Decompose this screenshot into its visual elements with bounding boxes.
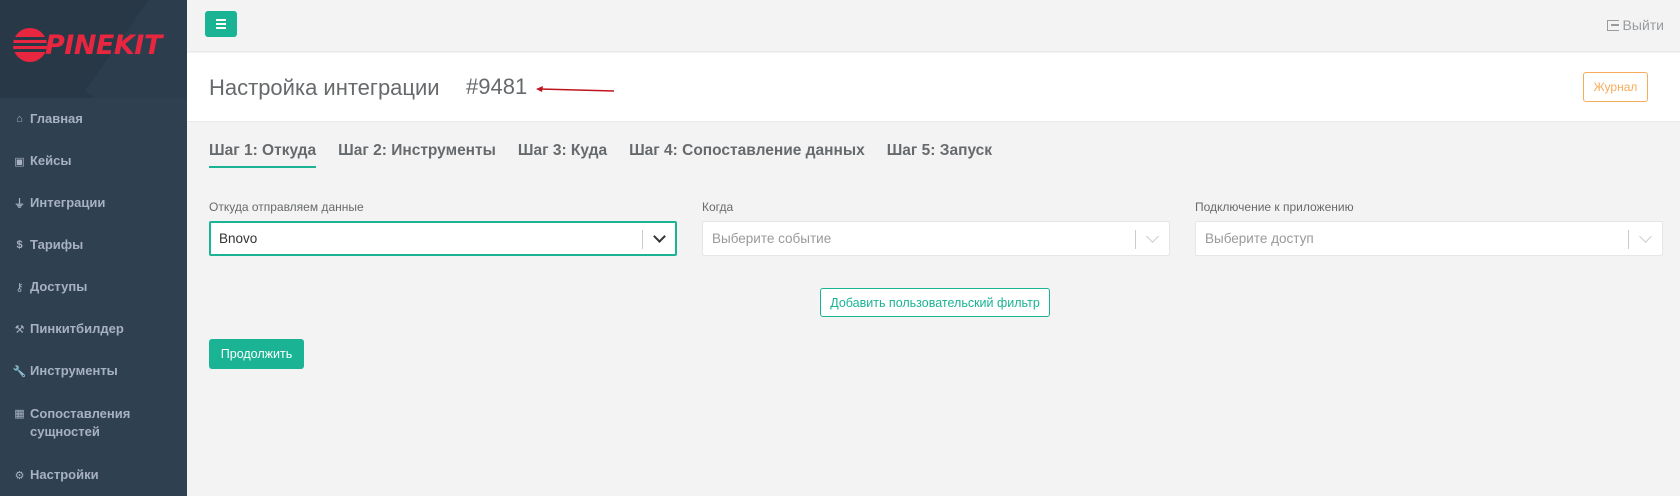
hamburger-icon bbox=[216, 19, 226, 21]
sign-out-icon bbox=[1606, 19, 1619, 31]
connection-placeholder: Выберите доступ bbox=[1205, 231, 1314, 246]
continue-button[interactable]: Продолжить bbox=[209, 339, 304, 369]
connection-label: Подключение к приложению bbox=[1195, 200, 1354, 214]
tab-step-3[interactable]: Шаг 3: Куда bbox=[518, 142, 607, 168]
sidebar-item-tariffs[interactable]: $ Тарифы bbox=[0, 224, 187, 266]
annotation-arrow-icon bbox=[536, 86, 615, 92]
logo-mark-icon bbox=[13, 28, 47, 62]
wrench-icon: 🔧 bbox=[12, 365, 27, 378]
logo-text: PINEKIT bbox=[45, 29, 162, 61]
logout-label: Выйти bbox=[1622, 17, 1664, 33]
sidebar-item-builder[interactable]: ⚒ Пинкитбилдер bbox=[0, 308, 187, 350]
event-field: Когда Выберите событие bbox=[702, 200, 1170, 256]
sidebar-item-label: Интеграции bbox=[30, 195, 106, 210]
dollar-icon: $ bbox=[16, 239, 23, 251]
source-label: Откуда отправляем данные bbox=[209, 200, 364, 214]
sidebar-item-label: Инструменты bbox=[30, 363, 118, 378]
home-icon: ⌂ bbox=[16, 113, 23, 125]
sidebar-item-label: Кейсы bbox=[30, 153, 72, 168]
integration-number: #9481 bbox=[466, 74, 528, 99]
menu-toggle-button[interactable] bbox=[205, 11, 237, 37]
page-heading: Настройка интеграции #9481 Журнал bbox=[187, 53, 1680, 122]
chevron-down-icon[interactable] bbox=[653, 230, 666, 243]
tab-step-4[interactable]: Шаг 4: Сопоставление данных bbox=[629, 142, 865, 168]
hammer-icon: ⚒ bbox=[14, 323, 25, 336]
connection-field: Подключение к приложению Выберите доступ bbox=[1195, 200, 1663, 256]
source-field: Откуда отправляем данные Bnovo bbox=[209, 200, 677, 256]
cogs-icon: ⚙ bbox=[14, 469, 25, 482]
sidebar-item-label: Пинкитбилдер bbox=[30, 321, 124, 336]
sidebar-item-label: Тарифы bbox=[30, 237, 84, 252]
tab-step-2[interactable]: Шаг 2: Инструменты bbox=[338, 142, 496, 168]
sidebar-item-settings[interactable]: ⚙ Настройки bbox=[0, 454, 187, 496]
connection-select[interactable]: Выберите доступ bbox=[1195, 221, 1663, 256]
sidebar-item-mappings[interactable]: ▦ Сопоставления сущностей bbox=[0, 392, 187, 454]
plug-icon: ⏚ bbox=[14, 198, 25, 210]
sidebar-item-label: Главная bbox=[30, 111, 83, 126]
sidebar-item-label: Доступы bbox=[30, 279, 88, 294]
event-label: Когда bbox=[702, 200, 734, 214]
logout-link[interactable]: Выйти bbox=[1606, 17, 1664, 33]
tab-step-5[interactable]: Шаг 5: Запуск bbox=[887, 142, 992, 168]
sidebar-item-cases[interactable]: ▣ Кейсы bbox=[0, 140, 187, 182]
sidebar-item-integrations[interactable]: ⏚ Интеграции bbox=[0, 182, 187, 224]
sidebar-item-home[interactable]: ⌂ Главная bbox=[0, 98, 187, 140]
event-placeholder: Выберите событие bbox=[712, 231, 832, 246]
briefcase-icon: ▣ bbox=[14, 155, 25, 168]
source-value: Bnovo bbox=[219, 231, 258, 246]
sidebar-item-access[interactable]: ⚷ Доступы bbox=[0, 266, 187, 308]
event-select[interactable]: Выберите событие bbox=[702, 221, 1170, 256]
step-tabs: Шаг 1: Откуда Шаг 2: Инструменты Шаг 3: … bbox=[209, 142, 1014, 168]
table-icon: ▦ bbox=[14, 408, 25, 420]
tab-step-1[interactable]: Шаг 1: Откуда bbox=[209, 142, 317, 168]
sidebar-item-label: Сопоставления сущностей bbox=[30, 406, 131, 439]
key-icon: ⚷ bbox=[15, 281, 24, 294]
journal-button[interactable]: Журнал bbox=[1583, 72, 1648, 102]
add-custom-filter-button[interactable]: Добавить пользовательский фильтр bbox=[820, 288, 1050, 317]
chevron-down-icon[interactable] bbox=[1146, 230, 1159, 243]
sidebar: PINEKIT ⌂ Главная ▣ Кейсы ⏚ Интеграции $ Тар… bbox=[0, 0, 187, 496]
topbar: Выйти bbox=[187, 0, 1680, 52]
logo-area: PINEKIT bbox=[0, 0, 187, 98]
pinekit-logo[interactable]: PINEKIT bbox=[13, 27, 162, 63]
chevron-down-icon[interactable] bbox=[1639, 230, 1652, 243]
sidebar-item-tools[interactable]: 🔧 Инструменты bbox=[0, 350, 187, 392]
source-select[interactable]: Bnovo bbox=[209, 221, 677, 256]
sidebar-item-label: Настройки bbox=[30, 467, 99, 482]
sidebar-nav: ⌂ Главная ▣ Кейсы ⏚ Интеграции $ Тарифы ⚷ Дос… bbox=[0, 98, 187, 496]
page-title: Настройка интеграции bbox=[209, 75, 440, 100]
